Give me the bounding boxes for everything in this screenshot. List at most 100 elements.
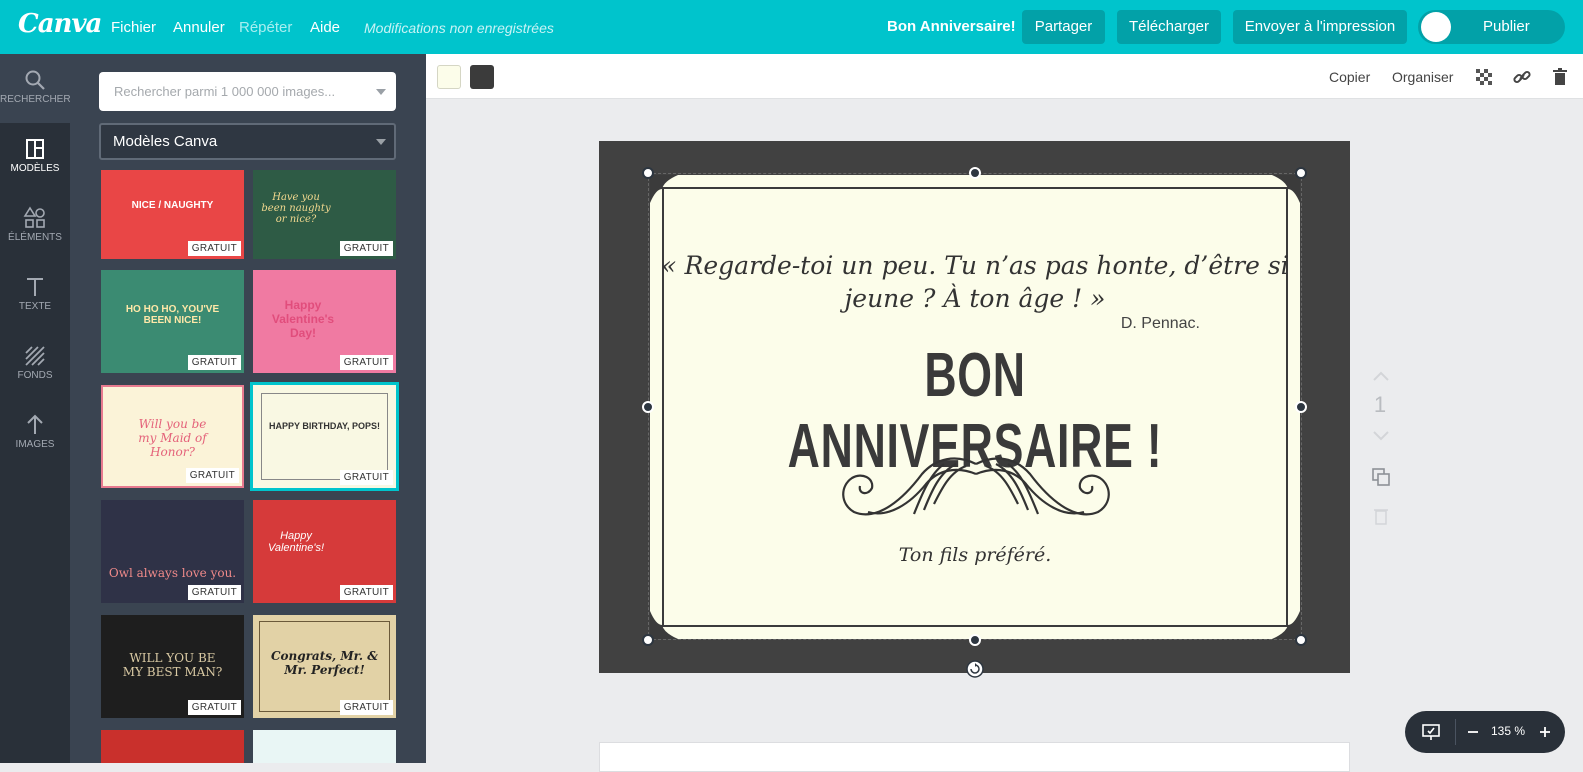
delete-page-icon[interactable]	[1372, 506, 1390, 526]
menu-file[interactable]: Fichier	[111, 19, 156, 36]
free-badge: GRATUIT	[187, 585, 241, 600]
menu-help[interactable]: Aide	[310, 19, 340, 36]
template-thumbnail[interactable]: Happy Valentine's Day! GRATUIT	[253, 270, 396, 373]
resize-handle[interactable]	[642, 401, 654, 413]
rail-label: TEXTE	[18, 301, 52, 312]
background-icon	[25, 346, 45, 366]
resize-handle[interactable]	[642, 167, 654, 179]
upload-icon	[27, 414, 43, 434]
divider	[1455, 719, 1456, 745]
category-select[interactable]: Modèles Canva	[99, 123, 396, 160]
search-input[interactable]	[99, 72, 369, 111]
rail-label: MODÈLES	[10, 163, 60, 174]
templates-panel: Modèles Canva NICE / NAUGHTY GRATUIT Hav…	[70, 54, 426, 763]
free-badge: GRATUIT	[185, 468, 239, 483]
resize-handle[interactable]	[1295, 634, 1307, 646]
share-button[interactable]: Partager	[1022, 10, 1105, 44]
template-title: HO HO HO, YOU'VE BEEN NICE!	[125, 304, 220, 326]
duplicate-page-icon[interactable]	[1370, 466, 1392, 488]
next-page-preview[interactable]	[599, 742, 1350, 772]
menu-undo[interactable]: Annuler	[173, 19, 225, 36]
copy-button[interactable]: Copier	[1329, 69, 1370, 85]
publish-toggle[interactable]	[1421, 12, 1451, 42]
rail-label: RECHERCHER	[0, 94, 71, 105]
left-rail: RECHERCHER MODÈLES ÉLÉMENTS TEXTE FONDS …	[0, 54, 71, 763]
rail-item-search[interactable]: RECHERCHER	[0, 54, 71, 123]
free-badge: GRATUIT	[339, 470, 393, 485]
document-title[interactable]: Bon Anniversaire!	[887, 18, 1016, 35]
template-title: Congrats, Mr. & Mr. Perfect!	[270, 649, 379, 677]
text-icon	[27, 278, 43, 296]
template-thumbnail[interactable]: Happy Valentine's! GRATUIT	[253, 500, 396, 603]
rail-item-elements[interactable]: ÉLÉMENTS	[0, 192, 70, 261]
color-swatch[interactable]	[470, 65, 494, 89]
publish-label: Publier	[1483, 18, 1530, 35]
rotate-handle-icon[interactable]	[966, 660, 984, 678]
search-icon	[25, 70, 45, 90]
free-badge: GRATUIT	[339, 585, 393, 600]
resize-handle[interactable]	[969, 634, 981, 646]
zoom-out-icon[interactable]	[1467, 727, 1479, 737]
free-badge: GRATUIT	[339, 700, 393, 715]
free-badge: GRATUIT	[339, 355, 393, 370]
layout-icon	[26, 139, 44, 159]
canva-logo[interactable]: Canva	[18, 9, 102, 39]
download-button[interactable]: Télécharger	[1117, 10, 1221, 44]
template-title: NICE / NAUGHTY	[131, 200, 214, 211]
template-thumbnail[interactable]: HAPPY BIRTHDAY, POPS! GRATUIT	[250, 382, 399, 491]
template-thumbnail[interactable]: Will you be my Maid of Honor? GRATUIT	[101, 385, 244, 488]
zoom-control: 135 %	[1405, 711, 1565, 753]
template-title: WILL YOU BE MY BEST MAN?	[122, 651, 223, 679]
template-thumbnail[interactable]: Owl always love you. GRATUIT	[101, 500, 244, 603]
present-icon[interactable]	[1421, 722, 1441, 742]
zoom-in-icon[interactable]	[1539, 726, 1551, 738]
print-button[interactable]: Envoyer à l'impression	[1233, 10, 1407, 44]
move-page-down-icon[interactable]	[1372, 430, 1390, 442]
template-title: Happy Valentine's Day!	[271, 298, 335, 340]
template-thumbnail[interactable]: Have you been naughty or nice? GRATUIT	[253, 170, 396, 259]
rail-item-text[interactable]: TEXTE	[0, 261, 70, 330]
free-badge: GRATUIT	[339, 241, 393, 256]
selection-outline	[648, 173, 1302, 640]
rail-item-backgrounds[interactable]: FONDS	[0, 330, 70, 399]
template-thumbnail[interactable]: HO HO HO, YOU'VE BEEN NICE! GRATUIT	[101, 270, 244, 373]
search-box[interactable]	[99, 72, 396, 111]
resize-handle[interactable]	[969, 167, 981, 179]
color-swatch[interactable]	[437, 65, 461, 89]
resize-handle[interactable]	[1295, 167, 1307, 179]
move-page-up-icon[interactable]	[1372, 370, 1390, 382]
template-title: Will you be my Maid of Honor?	[138, 417, 207, 459]
free-badge: GRATUIT	[187, 700, 241, 715]
template-title: Have you been naughty or nice?	[261, 192, 331, 225]
trash-icon[interactable]	[1550, 67, 1570, 87]
free-badge: GRATUIT	[187, 241, 241, 256]
template-thumbnail[interactable]: WILL YOU BE MY BEST MAN? GRATUIT	[101, 615, 244, 718]
arrange-button[interactable]: Organiser	[1392, 69, 1453, 85]
resize-handle[interactable]	[1295, 401, 1307, 413]
context-toolbar: Copier Organiser	[426, 54, 1583, 99]
free-badge: GRATUIT	[187, 355, 241, 370]
rail-item-images[interactable]: IMAGES	[0, 399, 70, 468]
publish-button[interactable]: Publier	[1418, 10, 1565, 44]
rail-label: FONDS	[17, 370, 53, 381]
template-thumbnail[interactable]: NICE / NAUGHTY GRATUIT	[101, 170, 244, 259]
category-value: Modèles Canva	[113, 133, 218, 150]
link-icon[interactable]	[1512, 67, 1532, 87]
template-thumbnail[interactable]	[101, 730, 244, 763]
transparency-icon[interactable]	[1474, 67, 1494, 87]
rail-item-templates[interactable]: MODÈLES	[0, 123, 70, 192]
shapes-icon	[23, 206, 45, 228]
menu-redo[interactable]: Répéter	[239, 19, 292, 36]
rail-label: IMAGES	[15, 439, 55, 450]
template-title: Happy Valentine's!	[267, 530, 325, 554]
template-title: HAPPY BIRTHDAY, POPS!	[268, 421, 381, 431]
resize-handle[interactable]	[642, 634, 654, 646]
unsaved-status: Modifications non enregistrées	[364, 20, 554, 36]
template-title: Owl always love you.	[108, 566, 237, 580]
chevron-down-icon[interactable]	[376, 89, 386, 95]
zoom-level[interactable]: 135 %	[1491, 724, 1525, 738]
page-number: 1	[1373, 392, 1387, 417]
top-bar: Canva Fichier Annuler Répéter Aide Modif…	[0, 0, 1583, 54]
template-thumbnail[interactable]: Congrats, Mr. & Mr. Perfect! GRATUIT	[253, 615, 396, 718]
template-thumbnail[interactable]	[253, 730, 396, 763]
